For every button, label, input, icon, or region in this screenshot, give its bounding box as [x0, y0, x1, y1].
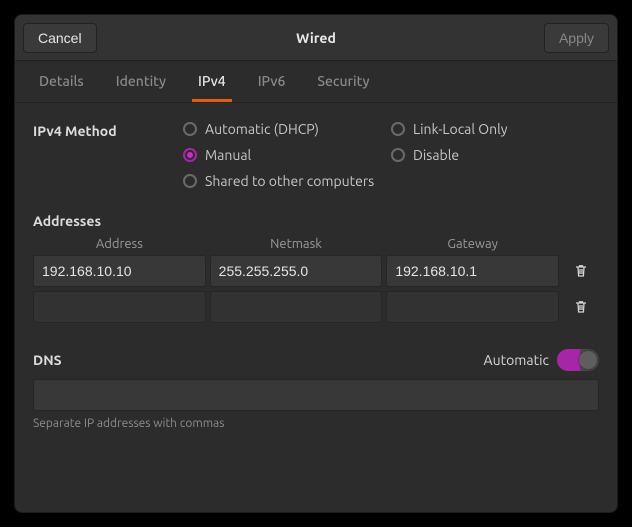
dns-input[interactable]: [33, 379, 599, 411]
address-input[interactable]: [33, 291, 206, 323]
dns-heading: DNS: [33, 352, 62, 368]
delete-row-button[interactable]: [563, 255, 599, 287]
dns-automatic-toggle[interactable]: [557, 349, 599, 371]
radio-icon: [183, 174, 197, 188]
trash-icon: [573, 263, 589, 279]
addresses-heading: Addresses: [33, 213, 599, 229]
dns-automatic-label: Automatic: [484, 352, 549, 368]
tab-bar: Details Identity IPv4 IPv6 Security: [15, 61, 617, 103]
radio-shared[interactable]: Shared to other computers: [183, 173, 391, 189]
tab-details[interactable]: Details: [33, 61, 90, 102]
ipv4-method-options: Automatic (DHCP) Manual Shared to other …: [183, 121, 599, 189]
col-address: Address: [33, 237, 206, 251]
tab-ipv6[interactable]: IPv6: [252, 61, 292, 102]
addresses-columns: Address Netmask Gateway: [33, 235, 599, 255]
radio-icon: [183, 122, 197, 136]
dns-section: DNS Automatic: [33, 349, 599, 371]
address-row: [33, 291, 599, 323]
gateway-input[interactable]: [386, 291, 559, 323]
gateway-input[interactable]: [386, 255, 559, 287]
dns-hint: Separate IP addresses with commas: [33, 417, 599, 430]
titlebar: Cancel Wired Apply: [15, 15, 617, 61]
cancel-button[interactable]: Cancel: [23, 23, 97, 53]
radio-link-local[interactable]: Link-Local Only: [391, 121, 599, 137]
ipv4-method-section: IPv4 Method Automatic (DHCP) Manual Shar…: [33, 121, 599, 189]
tab-ipv4[interactable]: IPv4: [192, 61, 232, 102]
tab-security[interactable]: Security: [311, 61, 375, 102]
apply-button[interactable]: Apply: [544, 23, 609, 53]
radio-icon: [391, 122, 405, 136]
radio-icon: [391, 148, 405, 162]
window-title: Wired: [296, 30, 336, 46]
ipv4-method-label: IPv4 Method: [33, 121, 183, 139]
radio-icon: [183, 148, 197, 162]
col-gateway: Gateway: [386, 237, 559, 251]
trash-icon: [573, 299, 589, 315]
radio-label: Shared to other computers: [205, 173, 374, 189]
radio-manual[interactable]: Manual: [183, 147, 391, 163]
netmask-input[interactable]: [210, 291, 383, 323]
radio-label: Automatic (DHCP): [205, 121, 319, 137]
address-row: [33, 255, 599, 287]
netmask-input[interactable]: [210, 255, 383, 287]
radio-label: Disable: [413, 147, 459, 163]
radio-label: Link-Local Only: [413, 121, 508, 137]
address-input[interactable]: [33, 255, 206, 287]
settings-dialog: Cancel Wired Apply Details Identity IPv4…: [14, 14, 618, 513]
radio-label: Manual: [205, 147, 251, 163]
delete-row-button[interactable]: [563, 291, 599, 323]
tab-identity[interactable]: Identity: [110, 61, 172, 102]
col-netmask: Netmask: [210, 237, 383, 251]
radio-disable[interactable]: Disable: [391, 147, 599, 163]
radio-automatic-dhcp[interactable]: Automatic (DHCP): [183, 121, 391, 137]
tab-content: IPv4 Method Automatic (DHCP) Manual Shar…: [15, 103, 617, 512]
